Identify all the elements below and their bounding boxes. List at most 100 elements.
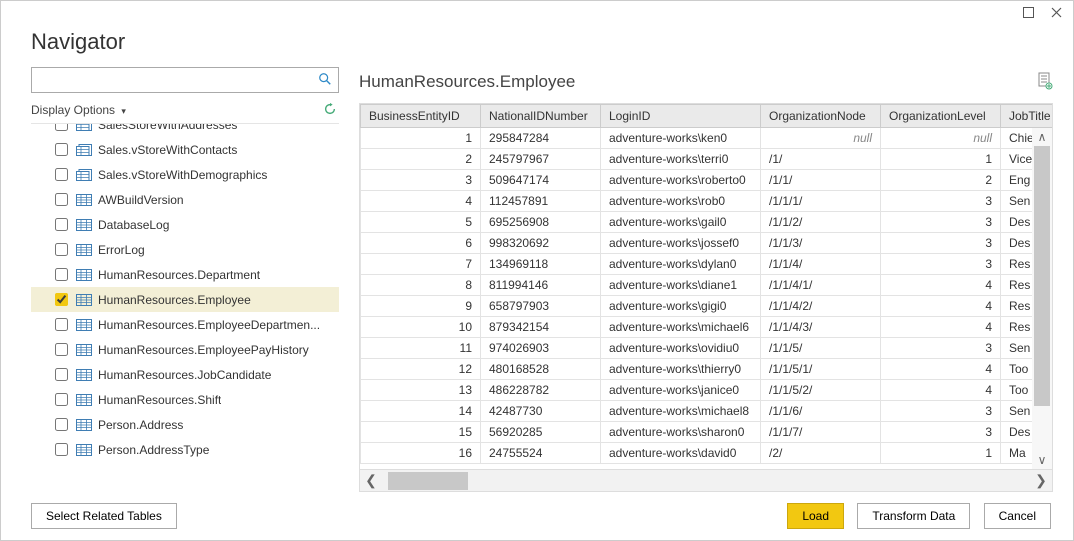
table-cell: 112457891 [481, 191, 601, 212]
tree-item-checkbox[interactable] [55, 243, 68, 256]
tree-item-checkbox[interactable] [55, 443, 68, 456]
select-related-tables-button[interactable]: Select Related Tables [31, 503, 177, 529]
table-row[interactable]: 1556920285adventure-works\sharon0/1/1/7/… [361, 422, 1053, 443]
table-cell: 245797967 [481, 149, 601, 170]
tree-item-checkbox[interactable] [55, 293, 68, 306]
table-row[interactable]: 3509647174adventure-works\roberto0/1/1/2… [361, 170, 1053, 191]
close-button[interactable] [1045, 3, 1067, 21]
tree-item[interactable]: Person.AddressType [31, 437, 339, 462]
tree-item-checkbox[interactable] [55, 368, 68, 381]
preview-title: HumanResources.Employee [359, 72, 575, 92]
load-button[interactable]: Load [787, 503, 844, 529]
tree-item-checkbox[interactable] [55, 168, 68, 181]
table-cell: /1/1/5/2/ [761, 380, 881, 401]
tree-item[interactable]: HumanResources.EmployeeDepartmen... [31, 312, 339, 337]
table-row[interactable]: 6998320692adventure-works\jossef0/1/1/3/… [361, 233, 1053, 254]
table-cell: 4 [881, 296, 1001, 317]
table-icon [76, 443, 92, 457]
search-box[interactable] [31, 67, 339, 93]
search-input[interactable] [36, 69, 316, 91]
tree-item-label: DatabaseLog [98, 218, 169, 232]
tree-item[interactable]: AWBuildVersion [31, 187, 339, 212]
scroll-down-arrow[interactable]: ∨ [1032, 451, 1052, 469]
table-row[interactable]: 13486228782adventure-works\janice0/1/1/5… [361, 380, 1053, 401]
table-cell: adventure-works\thierry0 [601, 359, 761, 380]
table-row[interactable]: 10879342154adventure-works\michael6/1/1/… [361, 317, 1053, 338]
tree-item[interactable]: HumanResources.JobCandidate [31, 362, 339, 387]
table-row[interactable]: 5695256908adventure-works\gail0/1/1/2/3D… [361, 212, 1053, 233]
tree-item-checkbox[interactable] [55, 218, 68, 231]
scroll-left-arrow[interactable]: ❮ [360, 470, 382, 492]
table-cell: 1 [361, 128, 481, 149]
tree-item[interactable]: HumanResources.Shift [31, 387, 339, 412]
tree-item[interactable]: HumanResources.Department [31, 262, 339, 287]
tree-item-label: AWBuildVersion [98, 193, 184, 207]
tree-item-checkbox[interactable] [55, 418, 68, 431]
column-header[interactable]: OrganizationLevel [881, 105, 1001, 128]
table-row[interactable]: 11974026903adventure-works\ovidiu0/1/1/5… [361, 338, 1053, 359]
tree-item[interactable]: Person.Address [31, 412, 339, 437]
table-cell: /2/ [761, 443, 881, 464]
tree-item[interactable]: Sales.vStoreWithContacts [31, 137, 339, 162]
tree-item-checkbox[interactable] [55, 343, 68, 356]
maximize-button[interactable] [1017, 3, 1039, 21]
cancel-button[interactable]: Cancel [984, 503, 1051, 529]
table-row[interactable]: 7134969118adventure-works\dylan0/1/1/4/3… [361, 254, 1053, 275]
column-header[interactable]: JobTitle [1001, 105, 1053, 128]
tree-item-checkbox[interactable] [55, 318, 68, 331]
search-icon[interactable] [316, 72, 334, 89]
tree-item-checkbox[interactable] [55, 393, 68, 406]
chevron-down-icon: ▾ [121, 106, 126, 116]
table-cell: 13 [361, 380, 481, 401]
table-cell: adventure-works\dylan0 [601, 254, 761, 275]
tree-item-checkbox[interactable] [55, 268, 68, 281]
table-cell: 42487730 [481, 401, 601, 422]
tree-item[interactable]: DatabaseLog [31, 212, 339, 237]
table-row[interactable]: 2245797967adventure-works\terri0/1/1Vice [361, 149, 1053, 170]
data-grid[interactable]: BusinessEntityIDNationalIDNumberLoginIDO… [360, 104, 1052, 491]
scroll-up-arrow[interactable]: ∧ [1032, 128, 1052, 146]
table-row[interactable]: 12480168528adventure-works\thierry0/1/1/… [361, 359, 1053, 380]
table-cell: null [881, 128, 1001, 149]
horizontal-scrollbar[interactable]: ❮ ❯ [360, 469, 1052, 491]
table-cell: 695256908 [481, 212, 601, 233]
refresh-button[interactable] [323, 102, 337, 119]
tree-item-checkbox[interactable] [55, 124, 68, 131]
table-row[interactable]: 1624755524adventure-works\david0/2/1Ma [361, 443, 1053, 464]
scroll-right-arrow[interactable]: ❯ [1030, 470, 1052, 492]
table-cell: 3 [881, 233, 1001, 254]
tree-item-label: Sales.vStoreWithDemographics [98, 168, 267, 182]
table-cell: 3 [881, 338, 1001, 359]
table-cell: /1/1/7/ [761, 422, 881, 443]
tree-item[interactable]: Sales.vStoreWithDemographics [31, 162, 339, 187]
table-cell: 4 [881, 275, 1001, 296]
table-row[interactable]: 8811994146adventure-works\diane1/1/1/4/1… [361, 275, 1053, 296]
tree-item[interactable]: ErrorLog [31, 237, 339, 262]
table-icon [76, 368, 92, 382]
preview-options-icon[interactable] [1037, 72, 1053, 93]
data-grid-wrapper: BusinessEntityIDNationalIDNumberLoginIDO… [359, 103, 1053, 492]
table-cell: adventure-works\michael6 [601, 317, 761, 338]
table-cell: /1/1/4/ [761, 254, 881, 275]
tree-item[interactable]: SalesStoreWithAddresses [31, 124, 339, 137]
table-cell: /1/1/4/2/ [761, 296, 881, 317]
column-header[interactable]: LoginID [601, 105, 761, 128]
table-row[interactable]: 1442487730adventure-works\michael8/1/1/6… [361, 401, 1053, 422]
column-header[interactable]: NationalIDNumber [481, 105, 601, 128]
vertical-scrollbar[interactable]: ∧ ∨ [1032, 128, 1052, 469]
tree-item-checkbox[interactable] [55, 193, 68, 206]
display-options-dropdown[interactable]: Display Options ▾ [31, 103, 126, 117]
tree-item-label: HumanResources.Shift [98, 393, 221, 407]
scroll-thumb[interactable] [388, 472, 468, 490]
tree-item[interactable]: HumanResources.EmployeePayHistory [31, 337, 339, 362]
column-header[interactable]: OrganizationNode [761, 105, 881, 128]
transform-data-button[interactable]: Transform Data [857, 503, 970, 529]
table-row[interactable]: 9658797903adventure-works\gigi0/1/1/4/2/… [361, 296, 1053, 317]
table-row[interactable]: 4112457891adventure-works\rob0/1/1/1/3Se… [361, 191, 1053, 212]
column-header[interactable]: BusinessEntityID [361, 105, 481, 128]
tree-item[interactable]: HumanResources.Employee [31, 287, 339, 312]
scroll-thumb[interactable] [1034, 146, 1050, 406]
table-row[interactable]: 1295847284adventure-works\ken0nullnullCh… [361, 128, 1053, 149]
object-tree[interactable]: SalesStoreWithAddressesSales.vStoreWithC… [31, 124, 339, 492]
tree-item-checkbox[interactable] [55, 143, 68, 156]
